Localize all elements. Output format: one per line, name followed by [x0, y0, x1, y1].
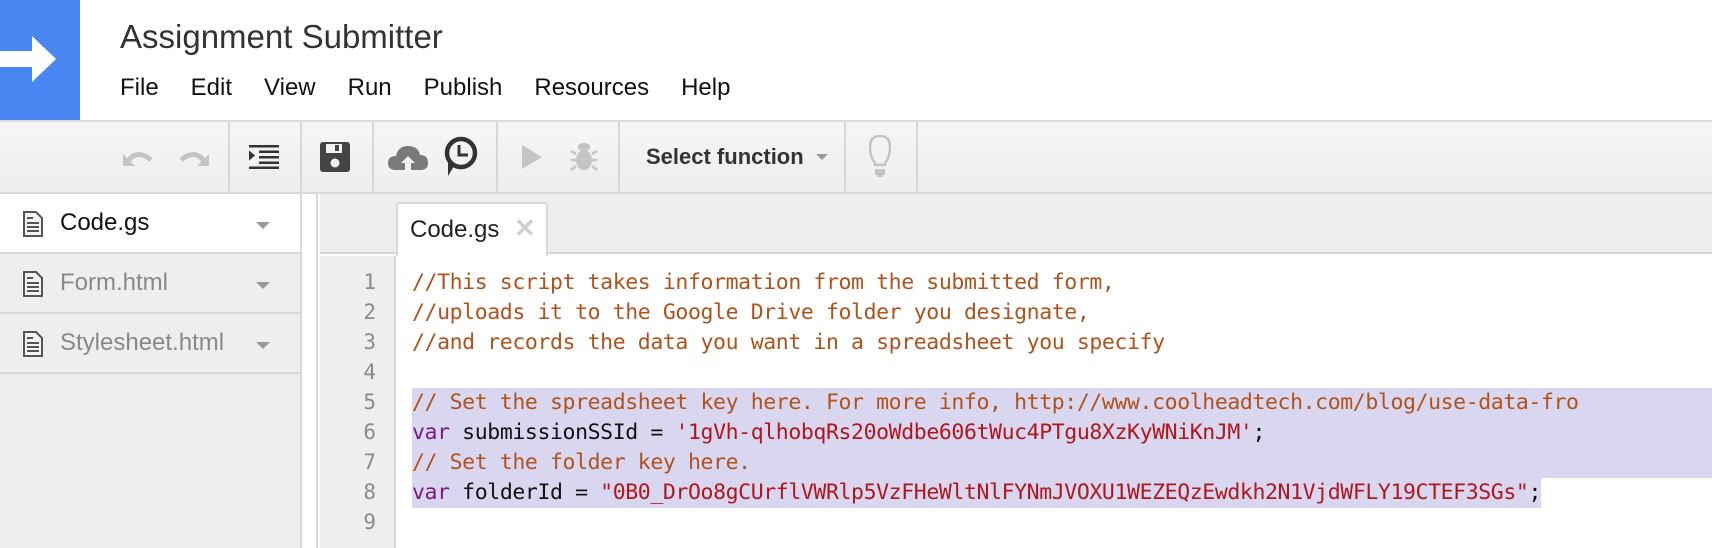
toolbar: Select function — [0, 120, 1712, 194]
toolbar-separator — [300, 122, 302, 192]
code-line[interactable]: var submissionSSId = '1gVh-qlhobqRs20oWd… — [412, 418, 1712, 448]
project-title[interactable]: Assignment Submitter — [120, 18, 443, 56]
file-name: Code.gs — [60, 209, 150, 236]
menu-publish[interactable]: Publish — [424, 74, 503, 102]
play-icon — [522, 145, 542, 169]
chevron-down-icon[interactable] — [256, 282, 270, 289]
code-line[interactable]: // Set the spreadsheet key here. For mor… — [412, 388, 1712, 418]
line-number: 7 — [363, 450, 376, 474]
code-token-plain: submissionSSId = — [449, 420, 676, 445]
select-function-label: Select function — [646, 144, 804, 169]
chevron-down-icon[interactable] — [256, 222, 270, 229]
file-icon — [23, 271, 43, 297]
menu-bar: File Edit View Run Publish Resources Hel… — [120, 74, 762, 102]
file-icon — [23, 211, 43, 237]
file-icon — [23, 331, 43, 357]
code-token-comment: // Set the spreadsheet key here. For mor… — [412, 390, 1579, 415]
close-icon[interactable]: ✕ — [514, 213, 536, 244]
code-token-plain: folderId = — [449, 480, 601, 505]
code-token-comment: //uploads it to the Google Drive folder … — [412, 300, 1090, 325]
line-number: 8 — [363, 480, 376, 504]
toolbar-separator — [496, 122, 498, 192]
line-number: 4 — [363, 360, 376, 384]
line-number-gutter: 1 2 3 4 5 6 7 8 9 — [320, 256, 396, 548]
toolbar-separator — [618, 122, 620, 192]
toolbar-separator — [228, 122, 230, 192]
file-item-form-html[interactable]: Form.html — [0, 254, 300, 314]
file-name: Form.html — [60, 269, 168, 296]
toolbar-separator — [916, 122, 918, 192]
app-header: Assignment Submitter File Edit View Run … — [0, 0, 1712, 120]
redo-button[interactable] — [176, 136, 210, 178]
apps-script-logo[interactable] — [0, 0, 80, 120]
run-button[interactable] — [520, 136, 544, 178]
code-line[interactable]: //and records the data you want in a spr… — [412, 328, 1165, 358]
file-sidebar: Code.gs Form.html Stylesheet.html — [0, 194, 302, 548]
tips-button[interactable] — [862, 135, 898, 178]
deploy-button[interactable] — [388, 136, 428, 178]
code-token-comment: //This script takes information from the… — [412, 270, 1115, 295]
line-number: 9 — [363, 510, 376, 534]
code-line[interactable]: var folderId = "0B0_DrOo8gCUrflVWRlp5VzF… — [412, 478, 1541, 508]
code-token-keyword: var — [412, 420, 450, 445]
menu-view[interactable]: View — [264, 74, 316, 102]
code-token-comment: // Set the folder key here. — [412, 450, 751, 475]
undo-button[interactable] — [122, 136, 156, 178]
code-token-keyword: var — [412, 480, 450, 505]
code-line[interactable]: //uploads it to the Google Drive folder … — [412, 298, 1090, 328]
code-token-plain: ; — [1252, 420, 1266, 445]
arrow-right-icon — [0, 36, 56, 82]
line-number: 6 — [363, 420, 376, 444]
indent-button[interactable] — [248, 136, 280, 178]
lightbulb-icon — [869, 135, 891, 177]
code-line[interactable]: //This script takes information from the… — [412, 268, 1115, 298]
editor-tab-strip: Code.gs ✕ — [320, 194, 1712, 256]
file-item-stylesheet-html[interactable]: Stylesheet.html — [0, 314, 300, 374]
chevron-down-icon — [815, 154, 828, 160]
line-number: 2 — [363, 300, 376, 324]
triggers-button[interactable] — [441, 136, 481, 178]
menu-file[interactable]: File — [120, 74, 159, 102]
toolbar-separator — [844, 122, 846, 192]
file-name: Stylesheet.html — [60, 329, 225, 356]
code-token-string: '1gVh-qlhobqRs20oWdbe606tWuc4PTgu8XzKyWN… — [675, 420, 1253, 445]
sidebar-resize-gap[interactable] — [302, 194, 318, 548]
line-number: 1 — [363, 270, 376, 294]
menu-help[interactable]: Help — [681, 74, 730, 102]
bug-icon — [570, 143, 598, 171]
file-item-code-gs[interactable]: Code.gs — [0, 194, 300, 254]
redo-icon — [179, 152, 209, 166]
indent-icon — [249, 145, 279, 169]
chevron-down-icon[interactable] — [256, 342, 270, 349]
select-function-dropdown[interactable]: Select function — [646, 144, 828, 170]
clock-icon — [444, 136, 478, 176]
code-editor[interactable]: //This script takes information from the… — [398, 256, 1712, 548]
code-token-plain: ; — [1528, 480, 1541, 505]
code-line[interactable]: // Set the folder key here. — [412, 448, 1712, 478]
menu-run[interactable]: Run — [348, 74, 392, 102]
menu-resources[interactable]: Resources — [534, 74, 649, 102]
debug-button[interactable] — [568, 136, 600, 178]
toolbar-separator — [372, 122, 374, 192]
save-button[interactable] — [320, 136, 350, 178]
line-number: 5 — [363, 390, 376, 414]
menu-edit[interactable]: Edit — [191, 74, 232, 102]
tab-label: Code.gs — [410, 216, 500, 243]
cloud-upload-icon — [388, 146, 428, 170]
code-token-string: "0B0_DrOo8gCUrflVWRlp5VzFHeWltNlFYNmJVOX… — [600, 480, 1529, 505]
line-number: 3 — [363, 330, 376, 354]
save-icon — [320, 142, 350, 172]
tab-code-gs[interactable]: Code.gs ✕ — [396, 202, 548, 256]
undo-icon — [123, 152, 153, 166]
code-token-comment: //and records the data you want in a spr… — [412, 330, 1165, 355]
